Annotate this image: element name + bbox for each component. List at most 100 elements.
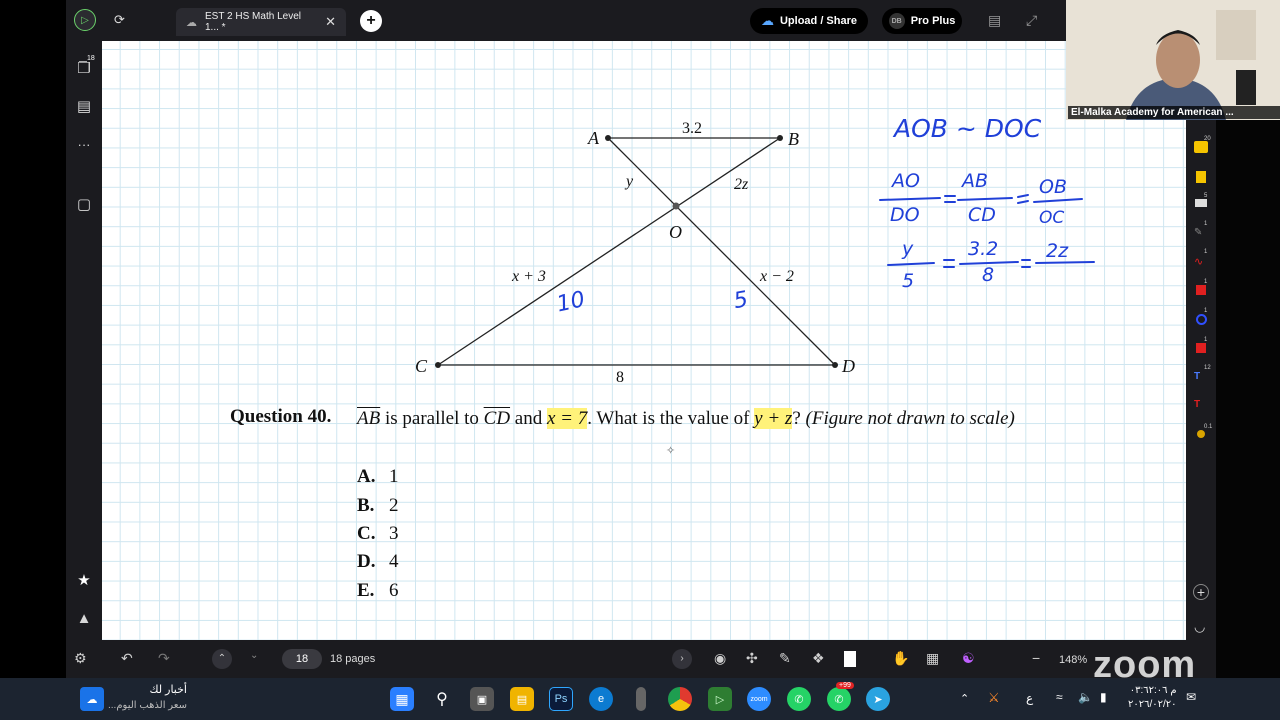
graduation-icon[interactable]: ▲: [74, 610, 94, 630]
hw-equals: [1017, 200, 1029, 204]
volume-icon[interactable]: 🔈: [1078, 690, 1093, 704]
cloud-icon: ☁: [760, 13, 774, 28]
tool-count: 1: [1204, 221, 1208, 227]
tray-app-icon[interactable]: ⚔: [988, 690, 1000, 706]
search-icon[interactable]: ⚲: [430, 687, 454, 711]
news-title: أخبار لك: [149, 684, 187, 696]
hw-fraction-bar: [1033, 198, 1083, 203]
page-up-button[interactable]: ⌃: [212, 649, 232, 669]
color-picker-icon[interactable]: ☯: [962, 650, 975, 667]
news-widget[interactable]: أخبار لك سعر الذهب اليوم...: [108, 683, 187, 713]
clock[interactable]: م ٠٣:٦٢:٠٦ ٢٠٢٦/٠٢/٢٠: [1128, 684, 1177, 712]
tab-document[interactable]: ☁ EST 2 HS Math Level 1... * ✕: [176, 8, 346, 36]
close-icon[interactable]: ✕: [325, 14, 336, 30]
question-number: Question 40.: [230, 406, 332, 427]
upload-share-button[interactable]: ☁ Upload / Share: [750, 8, 868, 34]
edge-icon[interactable]: e: [589, 687, 613, 711]
length-od: x − 2: [759, 268, 794, 285]
left-sidebar: ❐ 18 ▤ ··· ▢ ★ ▲: [66, 41, 102, 640]
notifications-icon[interactable]: ✉: [1186, 690, 1196, 704]
hw-2z: 2z: [1046, 240, 1069, 262]
star-icon[interactable]: ★: [74, 571, 94, 591]
whatsapp-business-icon[interactable]: ✆: [827, 687, 851, 711]
choice-value: 1: [389, 466, 399, 487]
tool-count: 20: [1204, 136, 1211, 142]
present-icon[interactable]: ▤: [988, 12, 1001, 29]
next-button[interactable]: ›: [672, 649, 692, 669]
clipboard-icon[interactable]: ▢: [74, 195, 94, 215]
pen-tool-icon[interactable]: ✎: [1194, 227, 1208, 239]
file-explorer-icon[interactable]: ▤: [510, 687, 534, 711]
language-indicator[interactable]: ع: [1026, 691, 1033, 705]
page-number-input[interactable]: 18: [282, 649, 322, 669]
eye-icon[interactable]: ◉: [714, 650, 726, 667]
zoom-out-icon[interactable]: −: [1032, 650, 1040, 666]
note-tool-icon[interactable]: [1196, 171, 1206, 183]
text-red-tool-icon[interactable]: T: [1194, 399, 1208, 411]
redo-icon[interactable]: ↷: [158, 650, 170, 667]
add-tool-button[interactable]: +: [1193, 584, 1209, 600]
notification-badge: +99: [836, 682, 854, 689]
circle-tool-icon[interactable]: [1196, 314, 1207, 325]
photoshop-icon[interactable]: Ps: [549, 687, 573, 711]
eraser-tool-icon[interactable]: [1195, 199, 1207, 207]
wifi-icon[interactable]: ≈: [1056, 690, 1063, 704]
pages-icon[interactable]: ❐: [74, 59, 94, 79]
handwritten-similarity: AOB ~ DOC: [892, 114, 1042, 143]
whiteboard-canvas[interactable]: A B C D O 3.2 y 2z x + 3 x − 2 8 10 5 AO…: [102, 41, 1186, 640]
whatsapp-icon[interactable]: ✆: [787, 687, 811, 711]
hw-fraction-bar: [887, 262, 935, 266]
tray-chevron-icon[interactable]: ⌃: [960, 692, 969, 705]
clock-date: ٢٠٢٦/٠٢/٢٠: [1128, 699, 1177, 710]
chrome-icon[interactable]: [668, 687, 692, 711]
fullscreen-icon[interactable]: ⤢: [1026, 12, 1037, 29]
undo-icon[interactable]: ↶: [121, 650, 133, 667]
device-icon[interactable]: [636, 687, 646, 711]
length-ab: 3.2: [682, 120, 702, 137]
settings-icon[interactable]: ⚙: [74, 650, 87, 667]
zoom-app-icon[interactable]: zoom: [747, 687, 771, 711]
app-logo-icon[interactable]: ▷: [74, 9, 96, 31]
windows-start-icon[interactable]: ▦: [390, 687, 414, 711]
square-tool-icon[interactable]: [1196, 343, 1206, 353]
news-widget-icon[interactable]: ☁: [80, 687, 104, 711]
sync-icon[interactable]: ⟳: [114, 12, 132, 30]
battery-icon[interactable]: ▮: [1100, 690, 1107, 704]
shapes-icon[interactable]: ❖: [812, 650, 825, 667]
hw-ao: AO: [890, 170, 920, 192]
highlight-y-plus-z: y + z: [754, 408, 793, 429]
label-o: O: [669, 222, 682, 242]
segment-ad: [607, 137, 836, 366]
hand-icon[interactable]: ✋: [892, 650, 909, 667]
book-icon[interactable]: ▤: [74, 97, 94, 117]
label-c: C: [415, 356, 428, 376]
hw-fraction-bar: [959, 261, 1019, 265]
telegram-icon[interactable]: ➤: [866, 687, 890, 711]
pro-plus-button[interactable]: DB Pro Plus: [882, 8, 962, 34]
pen-lines-icon[interactable]: ✎: [779, 650, 791, 667]
page-icon[interactable]: [844, 651, 856, 667]
hw-fraction-bar: [879, 197, 941, 201]
highlighter-tool-icon[interactable]: [1194, 141, 1208, 153]
scribble-tool-icon[interactable]: ∿: [1194, 255, 1208, 268]
page-down-button[interactable]: ⌄: [250, 650, 258, 661]
choice-value: 2: [389, 495, 399, 516]
more-icon[interactable]: ···: [74, 137, 94, 157]
rectangle-tool-icon[interactable]: [1196, 285, 1206, 295]
grid-icon[interactable]: ▦: [926, 650, 939, 667]
new-tab-button[interactable]: +: [360, 10, 382, 32]
length-cd: 8: [616, 369, 624, 386]
choice-letter: E.: [357, 580, 375, 601]
dot-tool-icon[interactable]: [1197, 430, 1205, 438]
screen: ▷ ⟳ ☁ EST 2 HS Math Level 1... * ✕ + ☁ U…: [0, 0, 1280, 720]
whiteboard-app-icon[interactable]: ▷: [708, 687, 732, 711]
zoom-level[interactable]: 148%: [1059, 654, 1087, 666]
shape-tool-icon[interactable]: ◡: [1194, 619, 1208, 634]
tool-count: 1: [1204, 249, 1208, 255]
point-a: [605, 135, 611, 141]
task-view-icon[interactable]: ▣: [470, 687, 494, 711]
question-text-part: ?: [792, 408, 806, 429]
text-tool-icon[interactable]: T: [1194, 371, 1208, 383]
pointer-icon[interactable]: ✣: [746, 650, 758, 667]
choice-letter: D.: [357, 551, 376, 572]
